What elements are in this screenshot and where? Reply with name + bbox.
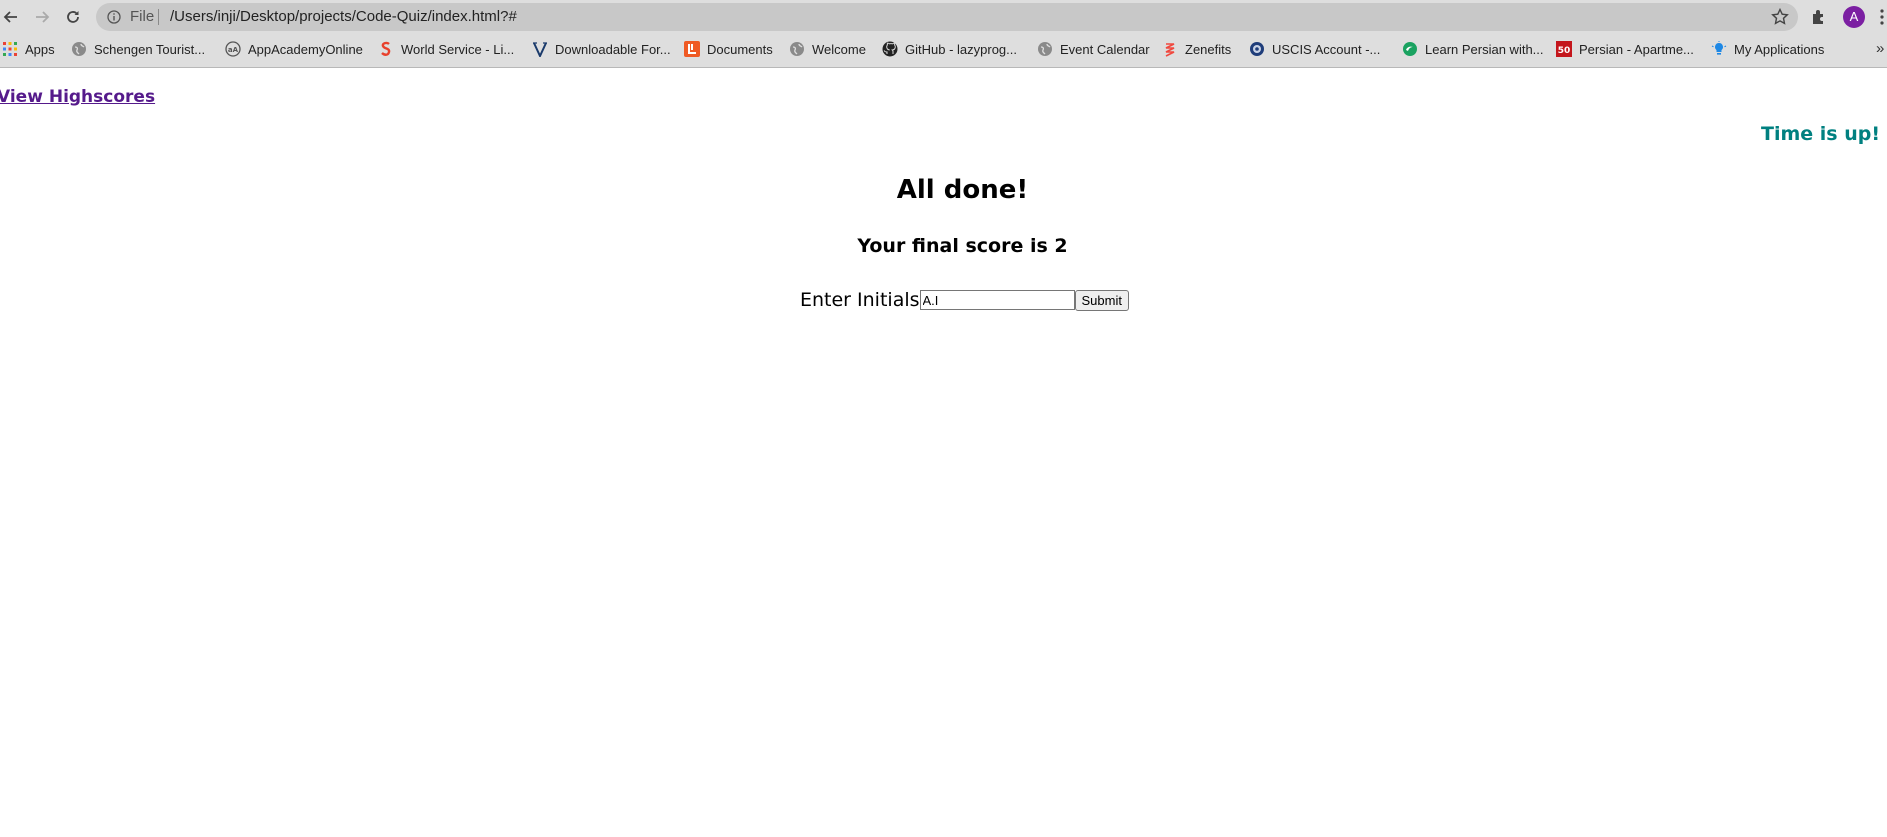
bookmark-label: Persian - Apartme... <box>1579 41 1694 57</box>
fifty-badge-icon: 50 <box>1556 41 1572 57</box>
more-bookmarks-chevron-icon[interactable]: » <box>1876 40 1884 57</box>
globe-icon <box>72 42 86 56</box>
back-arrow-icon <box>3 11 17 23</box>
zenefits-icon <box>1165 43 1175 57</box>
bookmark-documents[interactable]: Documents <box>684 34 773 64</box>
browser-toolbar: File /Users/inji/Desktop/projects/Code-Q… <box>0 0 1887 34</box>
uscis-seal-icon <box>1250 42 1264 56</box>
extensions-puzzle-icon[interactable] <box>1810 8 1828 26</box>
github-icon <box>882 41 898 57</box>
reload-icon <box>67 11 79 23</box>
view-highscores-link[interactable]: View Highscores <box>0 87 155 107</box>
reload-button[interactable] <box>62 6 84 28</box>
url-text[interactable]: /Users/inji/Desktop/projects/Code-Quiz/i… <box>170 8 517 25</box>
documents-icon <box>684 41 700 57</box>
bookmark-label: Documents <box>707 41 773 57</box>
globe-icon <box>1038 42 1052 56</box>
bookmark-label: Schengen Tourist... <box>94 41 206 57</box>
page-content: View Highscores Time is up! All done! Yo… <box>0 68 1887 837</box>
learn-persian-icon <box>1403 42 1417 56</box>
bookmark-zenefits[interactable]: Zenefits <box>1162 34 1231 64</box>
address-bar[interactable]: File /Users/inji/Desktop/projects/Code-Q… <box>96 3 1798 31</box>
svg-text:50: 50 <box>1558 46 1571 56</box>
bookmark-my-applications[interactable]: My Applications <box>1711 34 1824 64</box>
svg-text:aA: aA <box>228 46 239 54</box>
bookmark-event-calendar[interactable]: Event Calendar <box>1037 34 1150 64</box>
apps-grid-icon <box>3 42 17 56</box>
initials-input[interactable] <box>919 290 1075 310</box>
bookmark-label: Apps <box>25 41 55 57</box>
url-scheme: File <box>130 8 155 25</box>
bookmark-persian-apartments[interactable]: 50 Persian - Apartme... <box>1556 34 1694 64</box>
bookmark-learn-persian[interactable]: Learn Persian with... <box>1402 34 1544 64</box>
lightbulb-icon <box>1711 41 1727 55</box>
back-button[interactable] <box>0 6 22 28</box>
bookmarks-bar: Apps Schengen Tourist... aA AppAcademyOn… <box>0 34 1887 68</box>
v-logo-icon <box>533 42 547 57</box>
initials-label: Enter Initials <box>800 289 920 311</box>
bookmark-github[interactable]: GitHub - lazyprog... <box>882 34 1017 64</box>
bookmark-star-icon[interactable] <box>1770 7 1790 27</box>
info-icon[interactable] <box>107 10 121 24</box>
bookmark-label: Learn Persian with... <box>1425 41 1544 57</box>
bookmark-downloadable[interactable]: Downloadable For... <box>532 34 671 64</box>
forward-button[interactable] <box>31 6 53 28</box>
menu-kebab-icon[interactable] <box>1880 9 1884 25</box>
appacademy-logo-icon: aA <box>225 41 241 57</box>
url-separator <box>158 9 159 25</box>
bookmark-schengen[interactable]: Schengen Tourist... <box>71 34 205 64</box>
bookmark-label: GitHub - lazyprog... <box>905 41 1017 57</box>
forward-arrow-icon <box>36 11 50 23</box>
bookmark-label: Zenefits <box>1185 41 1232 57</box>
globe-icon <box>790 42 804 56</box>
initials-form: Enter Initials Submit <box>800 287 1129 313</box>
bookmark-welcome[interactable]: Welcome <box>789 34 866 64</box>
bookmark-label: My Applications <box>1734 41 1825 57</box>
bookmark-label: USCIS Account -... <box>1272 41 1381 57</box>
bookmark-world-service[interactable]: World Service - Li... <box>378 34 514 64</box>
bookmark-label: AppAcademyOnline <box>248 41 363 57</box>
profile-avatar[interactable]: A <box>1843 6 1865 28</box>
bookmark-label: Downloadable For... <box>555 41 671 57</box>
bookmark-uscis[interactable]: USCIS Account -... <box>1249 34 1380 64</box>
bookmark-label: Welcome <box>812 41 866 57</box>
bookmark-label: Event Calendar <box>1060 41 1150 57</box>
timer-status: Time is up! <box>1760 123 1880 145</box>
bookmark-label: World Service - Li... <box>401 41 515 57</box>
bookmark-appacademy[interactable]: aA AppAcademyOnline <box>225 34 363 64</box>
world-service-icon <box>381 41 391 56</box>
submit-button[interactable]: Submit <box>1074 289 1129 311</box>
final-score-text: Your final score is 2 <box>857 235 1068 257</box>
page-title: All done! <box>896 175 1029 205</box>
bookmark-apps[interactable]: Apps <box>2 34 55 64</box>
